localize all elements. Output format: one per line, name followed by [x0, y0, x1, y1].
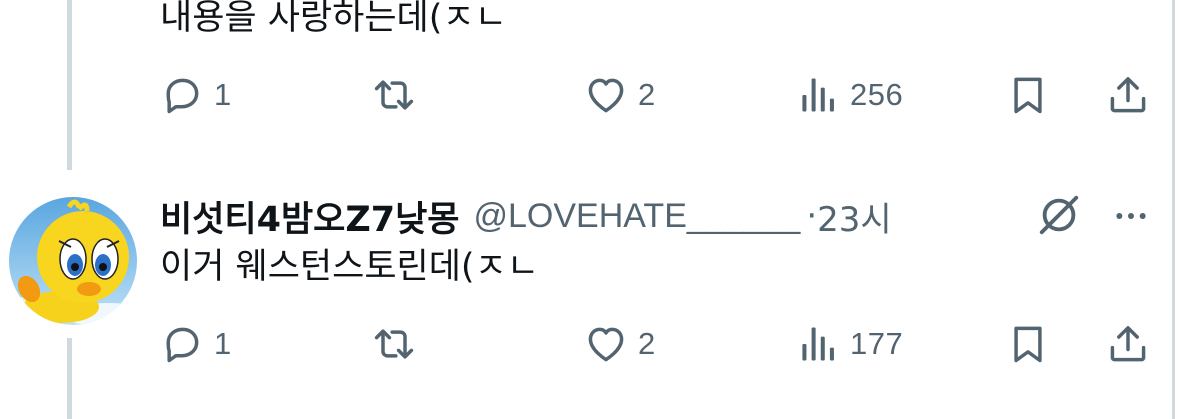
reply-count: 1 [214, 326, 232, 361]
separator-dot: · [806, 196, 818, 236]
like-count: 2 [638, 326, 656, 361]
tweet-action-bar: 1 2 177 [0, 314, 1170, 374]
views-button[interactable]: 177 [796, 314, 903, 374]
reply-button[interactable]: 1 [160, 65, 232, 125]
user-handle[interactable]: @LOVEHATE______ [474, 197, 801, 236]
like-count: 2 [638, 77, 656, 112]
bookmark-icon [1014, 77, 1042, 114]
grok-icon[interactable] [1036, 192, 1082, 238]
timestamp[interactable]: 23시 [817, 192, 892, 241]
retweet-icon [374, 80, 414, 110]
views-count: 177 [850, 326, 904, 361]
bookmark-button[interactable] [1006, 314, 1050, 374]
bookmark-button[interactable] [1006, 65, 1050, 125]
tweety-bird-avatar [9, 197, 137, 325]
more-options-icon[interactable] [1109, 196, 1153, 236]
retweet-button[interactable] [372, 314, 426, 374]
like-button[interactable]: 2 [584, 65, 656, 125]
heart-icon [588, 327, 624, 362]
heart-icon [588, 78, 624, 113]
views-icon [802, 327, 834, 361]
tweet-header: 비섯티4밤오Z7낮몽 @LOVEHATE______ · 23시 [160, 190, 892, 242]
tweet-action-bar: 1 2 256 [0, 65, 1170, 125]
retweet-button[interactable] [372, 65, 426, 125]
reply-count: 1 [214, 77, 232, 112]
share-icon [1110, 77, 1146, 113]
tweet-text: 내용을 사랑하는데(ㅈㄴ [160, 0, 507, 38]
tweet-text: 이거 웨스턴스토린데(ㅈㄴ [160, 247, 539, 287]
display-name[interactable]: 비섯티4밤오Z7낮몽 [160, 191, 460, 242]
bookmark-icon [1014, 326, 1042, 363]
share-icon [1110, 326, 1146, 362]
views-count: 256 [850, 77, 904, 112]
views-icon [802, 78, 834, 112]
share-button[interactable] [1106, 314, 1150, 374]
retweet-icon [374, 329, 414, 359]
reply-button[interactable]: 1 [160, 314, 232, 374]
reply-icon [166, 327, 199, 363]
like-button[interactable]: 2 [584, 314, 656, 374]
share-button[interactable] [1106, 65, 1150, 125]
avatar[interactable] [9, 197, 137, 325]
reply-icon [166, 78, 199, 114]
views-button[interactable]: 256 [796, 65, 903, 125]
column-border [1172, 0, 1175, 419]
